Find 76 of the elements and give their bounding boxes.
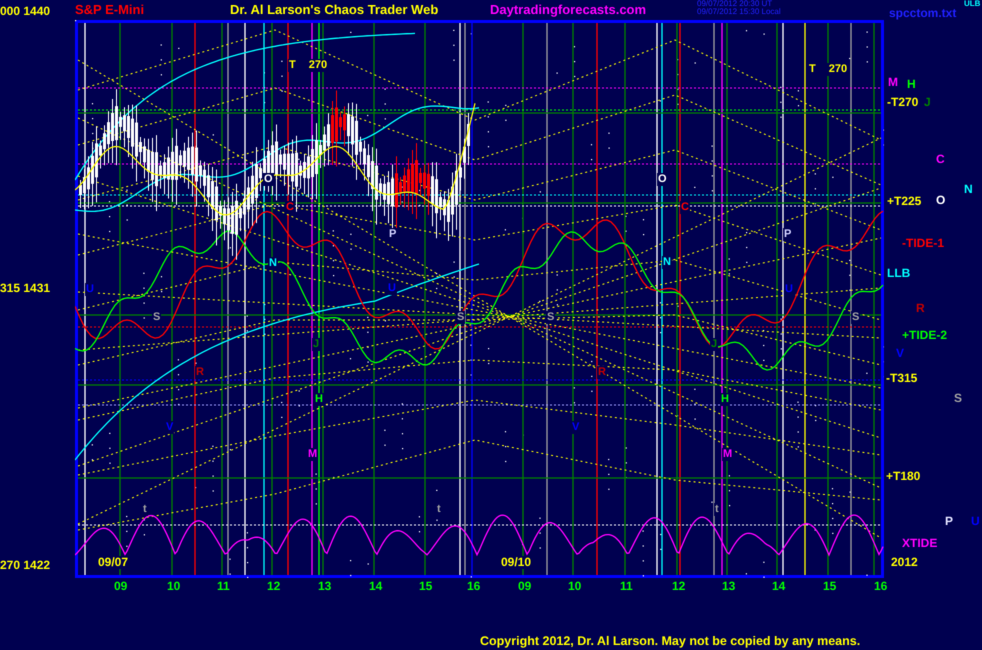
hour-axis-label: 10 (167, 579, 180, 593)
level-label: +T225 (886, 195, 922, 208)
chart-marker-label: H (314, 393, 324, 406)
chart-marker-label: S (456, 311, 466, 324)
price-axis-label: 315 1431 (0, 281, 52, 295)
chart-title: Dr. Al Larson's Chaos Trader Web (230, 3, 440, 17)
level-label: R (915, 302, 926, 315)
price-axis-label: 270 1422 (0, 558, 52, 572)
chart-marker-label: S (546, 311, 556, 324)
chart-marker-label: J (710, 338, 718, 351)
chart-marker-label: S (851, 311, 860, 324)
level-label: V (895, 347, 906, 360)
chart-marker-label: P (783, 228, 792, 241)
date-label: 09/07 (97, 556, 130, 569)
level-label: O (935, 194, 946, 207)
chart-marker-label: t (714, 503, 720, 516)
copyright-text: Copyright 2012, Dr. Al Larson. May not be copied by any means. (479, 634, 862, 650)
hour-axis-label: 15 (823, 579, 836, 593)
hour-axis-label: 10 (568, 579, 582, 593)
hour-axis-label: 12 (267, 579, 280, 593)
chart-marker-label: N (268, 257, 278, 270)
chart-marker-label: O (263, 173, 274, 186)
date-label: 09/10 (500, 556, 532, 569)
chart-marker-label: N (662, 256, 672, 269)
hour-axis-label: 09 (114, 579, 128, 593)
price-axis-label: 000 1440 (0, 4, 52, 18)
level-label: 2012 (890, 556, 919, 569)
chart-marker-label: C (285, 201, 295, 214)
site-link[interactable]: Daytradingforecasts.com (490, 3, 697, 17)
file-name: spcctom.txt (889, 7, 956, 19)
hour-axis-label: 13 (722, 579, 736, 593)
chart-marker-label: O (657, 173, 668, 186)
level-label: N (963, 183, 974, 196)
level-label: J (923, 96, 932, 109)
chart-marker-label: J (312, 338, 320, 351)
level-label: XTIDE (901, 537, 938, 550)
hour-axis-label: 16 (467, 579, 480, 593)
level-label: H (906, 78, 917, 91)
symbol-title: S&P E-Mini (75, 3, 146, 17)
level-label: P (944, 515, 954, 528)
level-label: U (970, 515, 981, 528)
timestamp-text: 09/07/2012 15:30 Local (697, 8, 782, 16)
chart-marker-label: M (722, 448, 734, 461)
chart-marker-label: R (597, 366, 607, 379)
hour-axis-label: 14 (369, 579, 382, 593)
hour-axis-label: 12 (672, 579, 686, 593)
hour-axis-label: 15 (419, 579, 432, 593)
hour-axis-label: 09 (518, 579, 532, 593)
level-label: LLB (886, 267, 912, 280)
hour-axis-label: 11 (217, 579, 230, 593)
level-label: C (935, 153, 946, 166)
level-label: -T270 (886, 96, 920, 109)
hour-axis-label: 14 (772, 579, 786, 593)
chart-marker-label: V (571, 421, 580, 434)
chart-marker-label: T 270 (288, 59, 328, 72)
chart-marker-label: U (85, 283, 95, 296)
chart-marker-label: V (165, 421, 174, 434)
level-label: +T180 (885, 470, 922, 483)
level-label: -T315 (885, 372, 918, 385)
level-label: -TIDE-1 (901, 237, 945, 250)
chart-marker-label: C (680, 201, 690, 214)
level-label: S (953, 392, 964, 405)
hour-axis-label: 13 (318, 579, 332, 593)
chart-marker-label: H (720, 393, 730, 406)
chart-marker-label: t (142, 503, 148, 516)
chart-marker-label: R (195, 366, 205, 379)
hour-axis-label: 11 (620, 579, 633, 593)
chart-marker-label: U (784, 283, 794, 296)
corner-label: ULB (964, 0, 980, 7)
level-label: M (887, 76, 899, 89)
chart-marker-label: T 270 (808, 63, 848, 76)
hour-axis-label: 16 (874, 579, 888, 593)
timestamp-text: 09/07/2012 20:30 UT (697, 0, 774, 8)
level-label: +TIDE-2 (901, 329, 948, 342)
chart-marker-label: U (387, 282, 397, 295)
chart-marker-label: M (307, 448, 318, 461)
